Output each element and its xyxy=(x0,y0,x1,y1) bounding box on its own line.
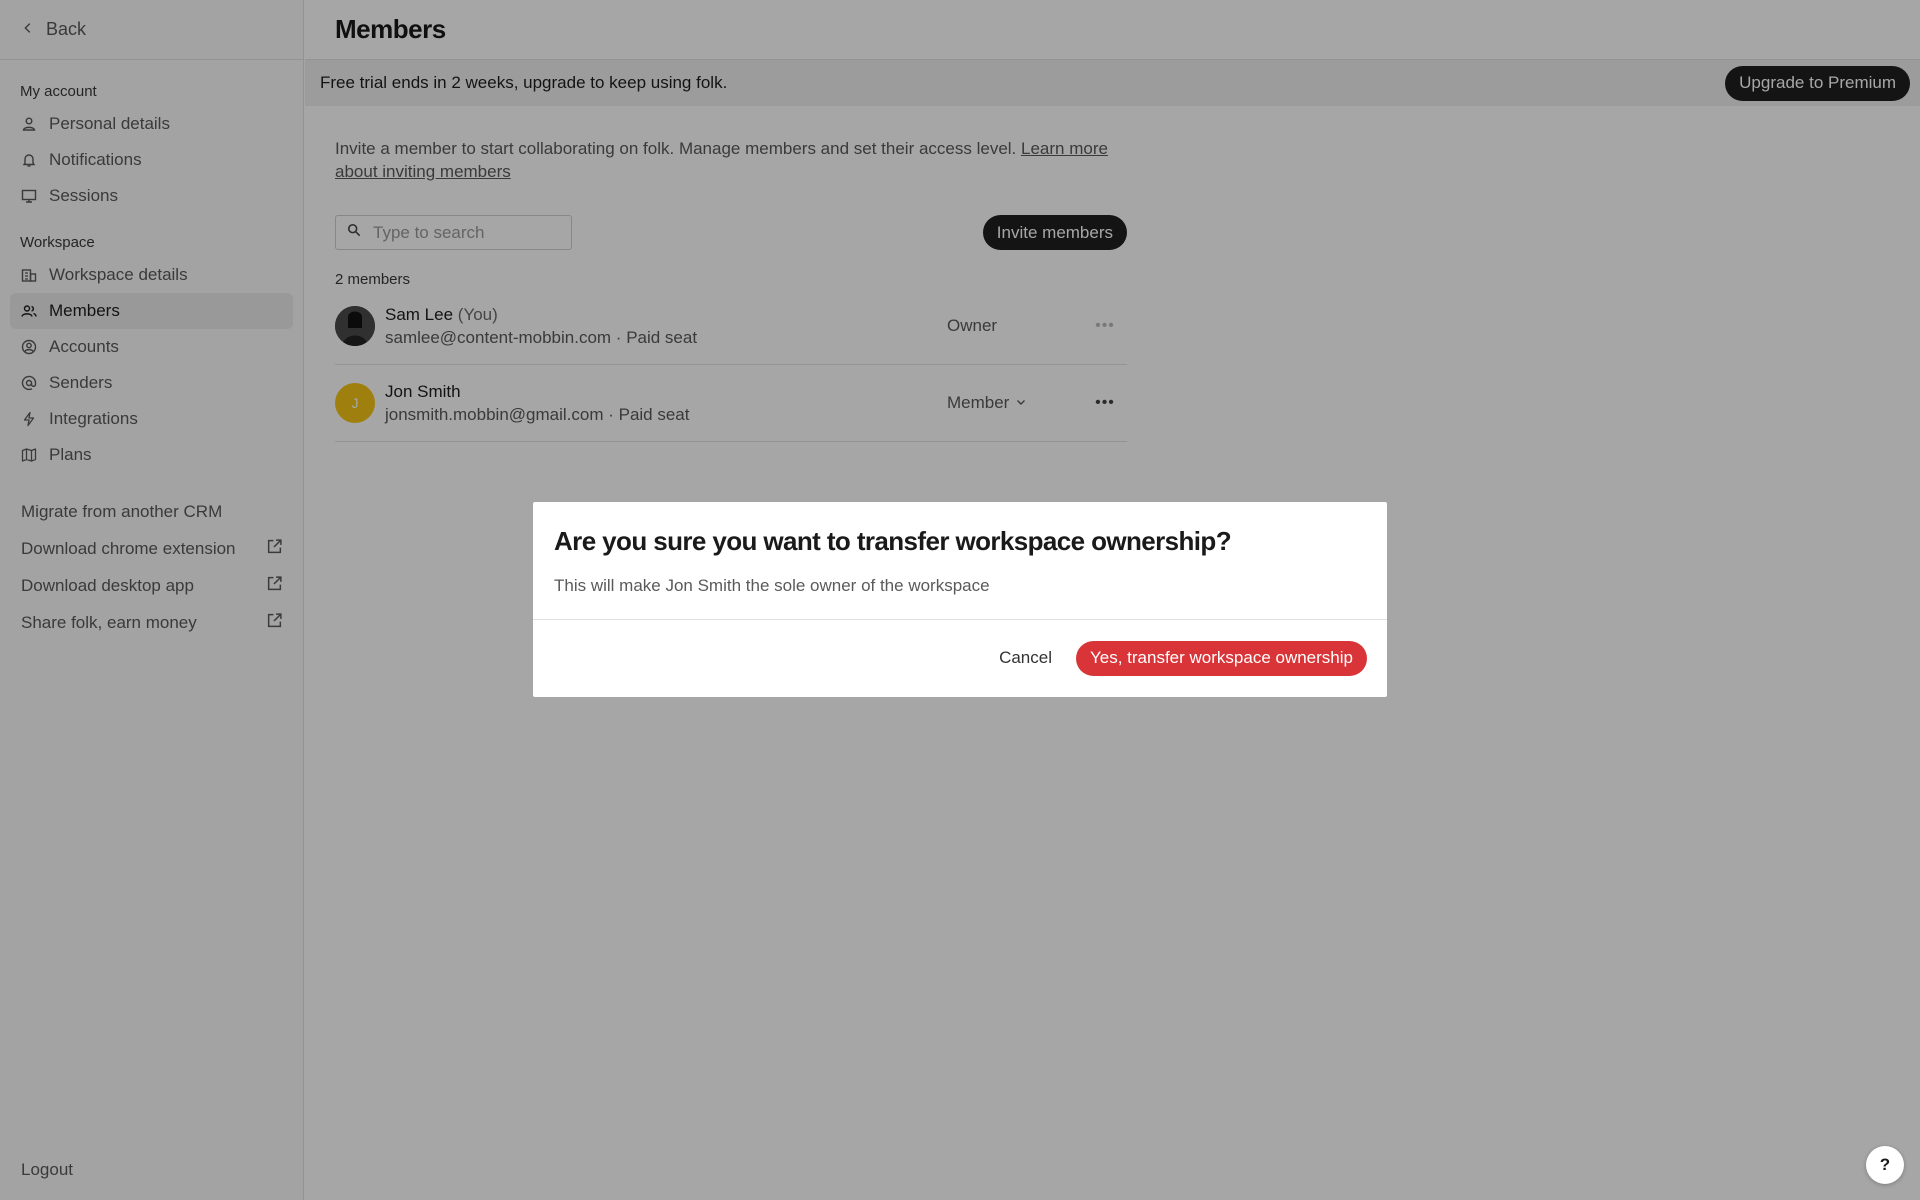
app-root: Back My account Personal details Notific… xyxy=(0,0,1920,1200)
dialog-description: This will make Jon Smith the sole owner … xyxy=(554,576,990,595)
dialog-body: Are you sure you want to transfer worksp… xyxy=(533,502,1387,620)
help-button[interactable]: ? xyxy=(1866,1146,1904,1184)
transfer-ownership-dialog: Are you sure you want to transfer worksp… xyxy=(533,502,1387,697)
confirm-transfer-button[interactable]: Yes, transfer workspace ownership xyxy=(1075,640,1367,676)
dialog-title: Are you sure you want to transfer worksp… xyxy=(554,526,1232,556)
dialog-footer: Cancel Yes, transfer workspace ownership xyxy=(533,620,1387,696)
cancel-button[interactable]: Cancel xyxy=(999,648,1052,668)
